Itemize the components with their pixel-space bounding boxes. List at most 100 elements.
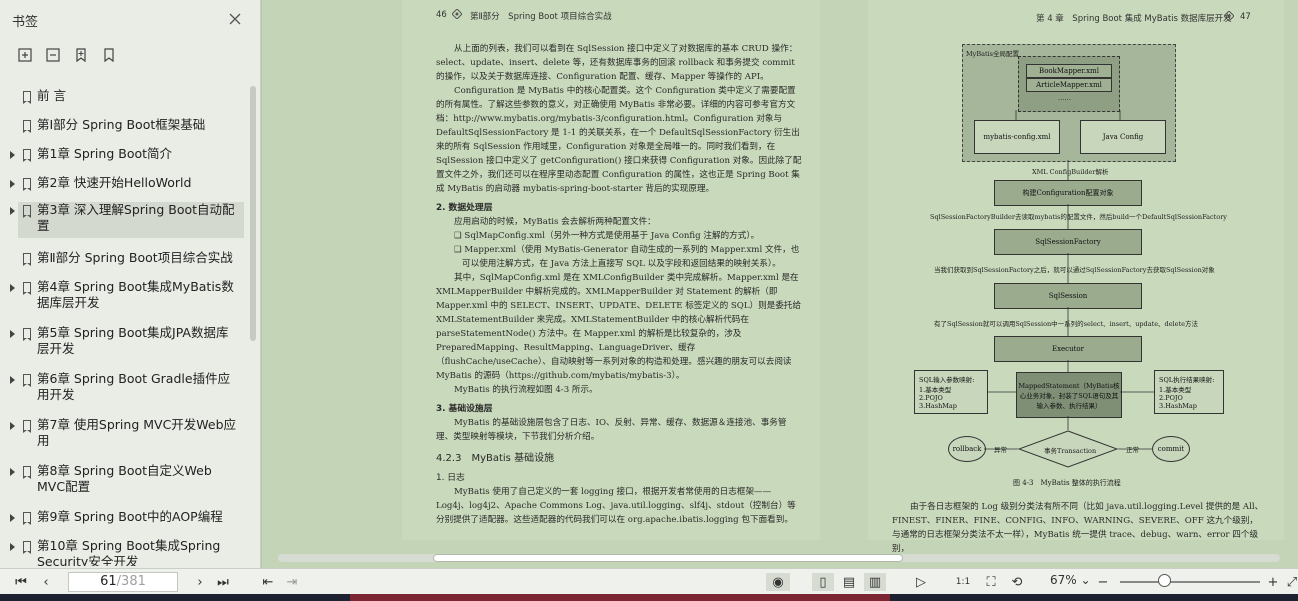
section-heading: 3. 基础设施层 [436,404,493,414]
expand-arrow-icon[interactable] [10,151,15,159]
sidebar-item[interactable]: 第9章 Spring Boot中的AOP编程 [10,509,244,525]
next-page-icon[interactable]: › [192,573,208,591]
expand-arrow-icon[interactable] [10,207,15,215]
section-heading: 1. 日志 [436,473,465,483]
continuous-page-icon[interactable]: ▤ [840,573,858,591]
sidebar-item-label: 第6章 Spring Boot Gradle插件应用开发 [37,371,231,402]
diagram-label: …… [1058,94,1071,102]
expand-arrow-icon[interactable] [10,376,15,384]
section-heading: 2. 数据处理层 [436,203,493,213]
page-header: 第 4 章 Spring Boot 集成 MyBatis 数据库层开发 [1036,14,1232,24]
horizontal-scrollbar[interactable] [268,552,1290,564]
sidebar-item-label: 第5章 Spring Boot集成JPA数据库层开发 [37,325,229,356]
actual-size-icon[interactable]: 1:1 [954,573,972,591]
bookmark-icon[interactable] [100,46,118,64]
sidebar-item[interactable]: 前 言 [18,88,244,104]
bookmark-icon [23,149,31,162]
bookmark-icon [23,205,31,218]
sidebar-scrollbar[interactable] [250,86,256,341]
sidebar-item-label: 第3章 深入理解Spring Boot自动配置 [37,202,235,233]
bookmark-icon [23,328,31,341]
zoom-out-icon[interactable]: − [1096,573,1110,591]
left-page: 46 第Ⅱ部分 Spring Boot 项目综合实战 从上面的列表，我们可以看到… [402,0,820,540]
page-body: 由于各日志框架的 Log 级别分类法有所不同（比如 java.util.logg… [892,500,1264,556]
eye-care-icon[interactable]: ◉ [766,573,790,591]
bookmark-icon [23,91,31,104]
zoom-level[interactable]: 67% [1050,573,1077,587]
add-bookmark-icon[interactable] [72,46,90,64]
paragraph: 从上面的列表，我们可以看到在 SqlSession 接口中定义了对数据库的基本 … [436,44,798,82]
bookmark-icon [23,120,31,133]
expand-all-icon[interactable] [16,46,34,64]
sidebar-item[interactable]: 第2章 快速开始HelloWorld [10,175,244,191]
sidebar-title: 书签 [12,15,39,30]
fit-page-icon[interactable]: ⛶ [982,573,1000,591]
sidebar-item[interactable]: 第6章 Spring Boot Gradle插件应用开发 [10,371,244,407]
figure-caption: 图 4-3 MyBatis 整体的执行流程 [1013,479,1121,487]
prev-page-icon[interactable]: ‹ [38,573,54,591]
zoom-in-icon[interactable]: + [1266,573,1280,591]
bookmark-icon [23,282,31,295]
last-page-icon[interactable]: ⏭ [214,573,232,591]
close-icon[interactable] [228,12,242,26]
page-ornament-icon [452,9,462,19]
document-view: 46 第Ⅱ部分 Spring Boot 项目综合实战 从上面的列表，我们可以看到… [262,0,1298,568]
sidebar-item-label: 第1章 Spring Boot简介 [37,146,173,161]
status-bar: ⏮ ‹ 61/381 › ⏭ ⇤ ⇥ ◉ ▯ ▤ ▥ ▷ 1:1 ⛶ ⟲ 67%… [0,568,1298,595]
bookmark-icon [23,541,31,554]
sidebar-item[interactable]: 第4章 Spring Boot集成MyBatis数据库层开发 [10,279,244,315]
diagram-label: 当我们获取到SqlSessionFactory之后，就可以通过SqlSessio… [934,266,1215,274]
expand-arrow-icon[interactable] [10,468,15,476]
sidebar-item-label: 第4章 Spring Boot集成MyBatis数据库层开发 [37,279,234,310]
expand-arrow-icon[interactable] [10,422,15,430]
sidebar-item[interactable]: 第5章 Spring Boot集成JPA数据库层开发 [10,325,244,361]
double-page-icon[interactable]: ▥ [864,573,886,591]
rotate-icon[interactable]: ⟲ [1008,573,1026,591]
zoom-slider[interactable] [1120,581,1260,583]
bookmark-icon [23,374,31,387]
sidebar-item[interactable]: 第10章 Spring Boot集成Spring Security安全开发 [10,538,244,566]
scrollbar-thumb[interactable] [433,554,903,562]
sidebar-item[interactable]: 第7章 使用Spring MVC开发Web应用 [10,417,244,453]
list-item: ❑ SqlMapConfig.xml（另外一种方式是使用基于 Java Conf… [454,231,760,241]
sidebar-item-label: 第Ⅰ部分 Spring Boot框架基础 [37,117,206,132]
expand-arrow-icon[interactable] [10,284,15,292]
current-page[interactable]: 61 [100,574,117,589]
forward-icon[interactable]: ⇥ [284,573,300,591]
sidebar-item-label: 第8章 Spring Boot自定义Web MVC配置 [37,463,212,494]
expand-arrow-icon[interactable] [10,543,15,551]
config-xml-box: mybatis-config.xml [974,120,1060,154]
sidebar-item-label: 第2章 快速开始HelloWorld [37,175,192,190]
sidebar-item[interactable]: 第1章 Spring Boot简介 [10,146,244,162]
single-page-icon[interactable]: ▯ [812,573,834,591]
build-config-box: 构建Configuration配置对象 [994,180,1142,206]
session-box: SqlSession [994,283,1142,309]
factory-box: SqlSessionFactory [994,229,1142,255]
expand-arrow-icon[interactable] [10,514,15,522]
expand-arrow-icon[interactable] [10,180,15,188]
collapse-all-icon[interactable] [44,46,62,64]
paragraph: Configuration 是 MyBatis 中的核心配置类。这个 Confi… [436,86,802,194]
expand-arrow-icon[interactable] [10,330,15,338]
java-config-box: Java Config [1080,120,1166,154]
sidebar-item[interactable]: 第Ⅰ部分 Spring Boot框架基础 [18,117,244,133]
page-number-input[interactable]: 61/381 [68,572,178,592]
bookmark-icon [23,253,31,266]
first-page-icon[interactable]: ⏮ [12,573,30,591]
sidebar-item-label: 第Ⅱ部分 Spring Boot项目综合实战 [37,250,233,265]
page-number: 47 [1240,12,1251,22]
sidebar-item[interactable]: 第3章 深入理解Spring Boot自动配置 [10,202,244,238]
bookmark-icon [23,466,31,479]
zoom-slider-knob[interactable] [1158,574,1171,587]
zoom-select[interactable]: 67% ⌄ [1050,573,1091,587]
sidebar-item[interactable]: 第8章 Spring Boot自定义Web MVC配置 [10,463,244,499]
diagram-label: 正常 [1126,446,1139,454]
total-pages: /381 [116,574,146,589]
diagram-label: XML ConfigBuilder解析 [1032,168,1109,176]
diagram-label: 事务Transaction [1044,447,1097,455]
back-icon[interactable]: ⇤ [260,573,276,591]
bookmark-tree: 前 言第Ⅰ部分 Spring Boot框架基础 第1章 Spring Boot简介… [0,80,250,566]
play-icon[interactable]: ▷ [912,573,930,591]
fullscreen-icon[interactable]: ⤢ [1286,573,1298,591]
sidebar-item[interactable]: 第Ⅱ部分 Spring Boot项目综合实战 [18,250,244,266]
